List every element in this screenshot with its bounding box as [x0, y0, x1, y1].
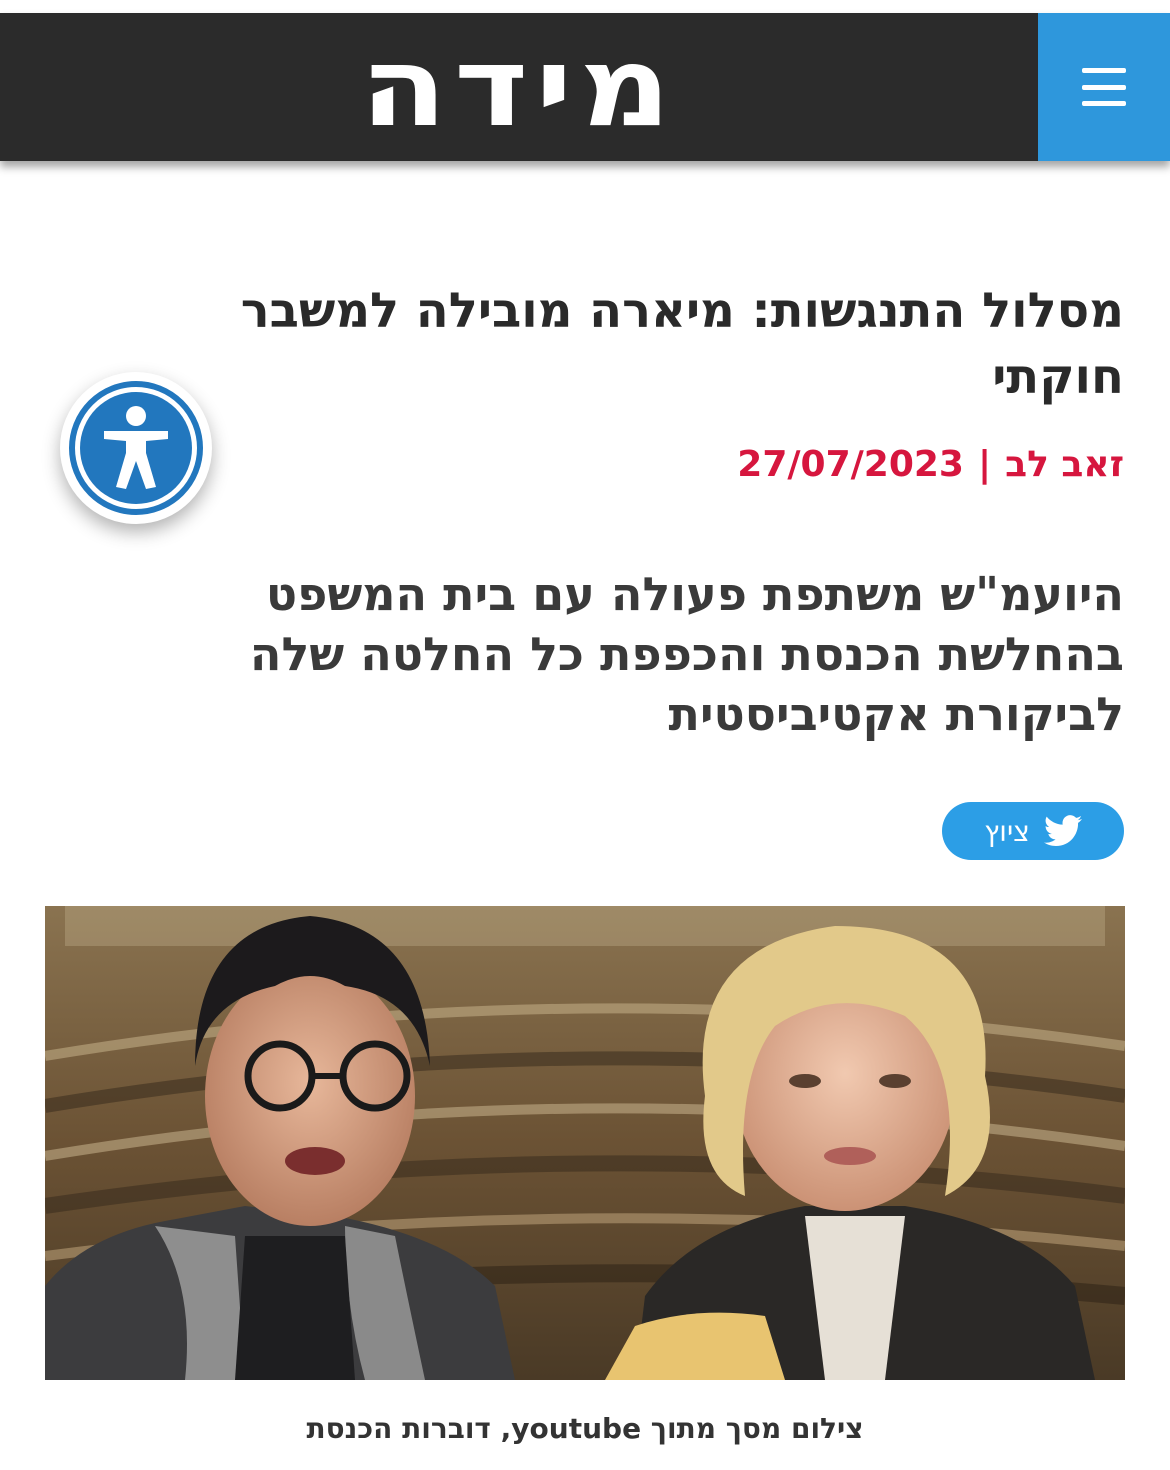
article-photo [45, 906, 1125, 1380]
accessibility-button[interactable] [60, 372, 212, 524]
article-image [45, 906, 1125, 1380]
twitter-bird-icon [1043, 815, 1082, 847]
article-subtitle: היועמ"ש משתפת פעולה עם בית המשפט בהחלשת … [249, 567, 1124, 741]
tweet-label: ציוץ [984, 814, 1030, 848]
image-caption: צילום מסך מתוך youtube, דוברות הכנסת [306, 1412, 864, 1445]
hamburger-menu-icon [1082, 68, 1126, 106]
accessibility-person-icon [104, 406, 168, 489]
tweet-button[interactable]: ציוץ [942, 802, 1124, 860]
menu-button[interactable] [1038, 13, 1170, 161]
top-strip [0, 0, 1170, 13]
article-meta: זאב לב | 27/07/2023 [737, 444, 1124, 485]
site-logo[interactable]: מידה [0, 13, 1116, 161]
article-date: 27/07/2023 [737, 444, 964, 485]
article-author[interactable]: זאב לב [1005, 444, 1124, 485]
site-header: מידה [0, 13, 1170, 161]
meta-separator: | [977, 444, 992, 485]
article-title: מסלול התנגשות: מיארה מובילה למשבר חוקתי [240, 283, 1124, 405]
